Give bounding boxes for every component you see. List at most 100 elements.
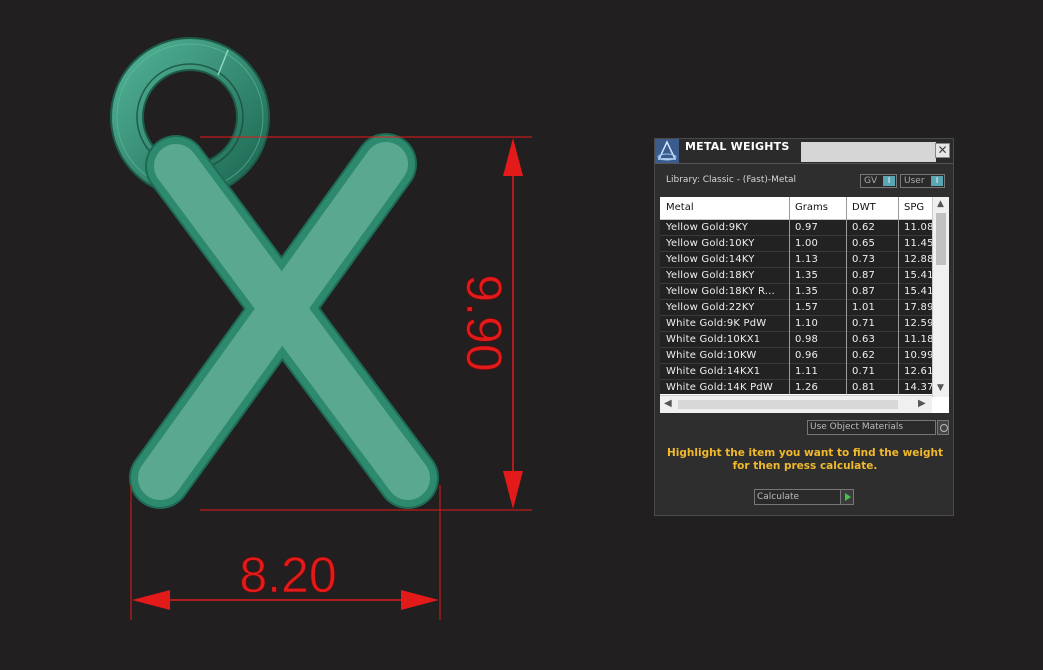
cell-grams: 0.96	[795, 350, 819, 361]
table-row[interactable]: White Gold:14K PdW 1.26 0.81 14.37	[660, 380, 932, 394]
cell-metal: Yellow Gold:22KY	[666, 302, 755, 313]
cell-grams: 1.10	[795, 318, 819, 329]
scroll-up-icon[interactable]: ▲	[937, 199, 944, 209]
gv-library-toggle[interactable]: GV I	[860, 174, 897, 188]
app-logo-icon	[655, 139, 679, 163]
cell-grams: 1.00	[795, 238, 819, 249]
cell-metal: Yellow Gold:18KY	[666, 270, 755, 281]
cell-spg: 17.89	[904, 302, 932, 313]
cell-metal: White Gold:10KX1	[666, 334, 761, 345]
cell-metal: Yellow Gold:9KY	[666, 222, 748, 233]
cell-grams: 1.35	[795, 270, 819, 281]
use-object-materials-field[interactable]: Use Object Materials	[807, 420, 936, 435]
metal-weights-dialog: METAL WEIGHTS ✕ Library: Classic - (Fast…	[654, 138, 954, 516]
play-icon	[845, 493, 851, 501]
use-object-materials-toggle[interactable]	[937, 420, 949, 435]
calculate-button[interactable]	[840, 489, 854, 505]
table-row[interactable]: White Gold:10KW 0.96 0.62 10.99	[660, 348, 932, 364]
close-button[interactable]: ✕	[935, 143, 950, 158]
table-row[interactable]: Yellow Gold:18KY R... 1.35 0.87 15.41	[660, 284, 932, 300]
library-label: Library: Classic - (Fast)-Metal	[666, 175, 797, 185]
cell-dwt: 0.71	[852, 318, 876, 329]
horizontal-scroll-thumb[interactable]	[678, 400, 898, 409]
scroll-right-icon[interactable]: ▶	[918, 398, 926, 409]
table-row[interactable]: Yellow Gold:14KY 1.13 0.73 12.88	[660, 252, 932, 268]
cell-grams: 1.26	[795, 382, 819, 393]
table-row[interactable]: White Gold:14KX1 1.11 0.71 12.61	[660, 364, 932, 380]
calculate-label: Calculate	[757, 492, 800, 502]
cell-spg: 15.41	[904, 286, 932, 297]
height-label: 9.90	[456, 274, 512, 371]
horizontal-scrollbar[interactable]: ◀ ▶	[660, 395, 932, 413]
cell-dwt: 0.73	[852, 254, 876, 265]
cell-dwt: 0.87	[852, 286, 876, 297]
cell-grams: 1.11	[795, 366, 819, 377]
dialog-titlebar[interactable]: METAL WEIGHTS ✕	[655, 139, 953, 164]
column-divider	[846, 197, 847, 394]
cell-spg: 10.99	[904, 350, 932, 361]
gv-toggle-button[interactable]: I	[883, 176, 895, 186]
close-icon: ✕	[937, 143, 948, 157]
instruction-text: Highlight the item you want to find the …	[667, 447, 943, 472]
scroll-down-icon[interactable]: ▼	[937, 383, 944, 393]
column-header-dwt[interactable]: DWT	[852, 202, 876, 213]
radio-icon	[940, 424, 948, 432]
cell-dwt: 0.62	[852, 350, 876, 361]
column-header-metal[interactable]: Metal	[666, 202, 694, 213]
cell-spg: 11.08	[904, 222, 932, 233]
vertical-scrollbar[interactable]: ▲ ▼	[932, 197, 949, 397]
cell-metal: Yellow Gold:14KY	[666, 254, 755, 265]
cell-metal: White Gold:14K PdW	[666, 382, 773, 393]
letter-x-pendant	[129, 133, 439, 509]
cell-metal: Yellow Gold:18KY R...	[666, 286, 775, 297]
viewport-canvas[interactable]: 9.90 8.20	[0, 0, 640, 670]
column-header-spg[interactable]: SPG	[904, 202, 924, 213]
cell-grams: 0.98	[795, 334, 819, 345]
user-toggle-label: User	[904, 176, 925, 186]
cell-spg: 14.37	[904, 382, 932, 393]
calculate-field[interactable]: Calculate	[754, 489, 841, 505]
metal-weights-table: Metal Grams DWT SPG Yellow Gold:9KY 0.97…	[660, 197, 949, 413]
cell-dwt: 0.65	[852, 238, 876, 249]
table-body: Yellow Gold:9KY 0.97 0.62 11.08 Yellow G…	[660, 220, 932, 394]
user-library-toggle[interactable]: User I	[900, 174, 945, 188]
column-divider	[898, 197, 899, 394]
width-label: 8.20	[239, 547, 336, 603]
table-row[interactable]: Yellow Gold:10KY 1.00 0.65 11.45	[660, 236, 932, 252]
use-object-materials-label: Use Object Materials	[810, 422, 904, 432]
cell-spg: 11.45	[904, 238, 932, 249]
cell-dwt: 0.81	[852, 382, 876, 393]
column-header-grams[interactable]: Grams	[795, 202, 828, 213]
cell-grams: 1.13	[795, 254, 819, 265]
viewport[interactable]: 9.90 8.20	[0, 0, 640, 670]
cell-dwt: 0.87	[852, 270, 876, 281]
scroll-left-icon[interactable]: ◀	[664, 398, 672, 409]
title-bar-strip	[801, 142, 936, 162]
cell-dwt: 0.71	[852, 366, 876, 377]
cell-grams: 1.57	[795, 302, 819, 313]
cell-grams: 0.97	[795, 222, 819, 233]
cell-spg: 12.88	[904, 254, 932, 265]
cell-dwt: 0.63	[852, 334, 876, 345]
table-row[interactable]: White Gold:9K PdW 1.10 0.71 12.59	[660, 316, 932, 332]
cell-metal: White Gold:14KX1	[666, 366, 761, 377]
vertical-scroll-thumb[interactable]	[936, 213, 946, 265]
cell-metal: White Gold:9K PdW	[666, 318, 767, 329]
cell-metal: Yellow Gold:10KY	[666, 238, 755, 249]
table-header: Metal Grams DWT SPG	[660, 197, 932, 220]
cell-metal: White Gold:10KW	[666, 350, 757, 361]
table-row[interactable]: White Gold:10KX1 0.98 0.63 11.18	[660, 332, 932, 348]
cell-grams: 1.35	[795, 286, 819, 297]
cell-dwt: 0.62	[852, 222, 876, 233]
table-row[interactable]: Yellow Gold:22KY 1.57 1.01 17.89	[660, 300, 932, 316]
cell-spg: 11.18	[904, 334, 932, 345]
cell-spg: 12.61	[904, 366, 932, 377]
cell-dwt: 1.01	[852, 302, 876, 313]
column-divider	[789, 197, 790, 394]
table-row[interactable]: Yellow Gold:9KY 0.97 0.62 11.08	[660, 220, 932, 236]
dialog-title: METAL WEIGHTS	[685, 140, 790, 153]
user-toggle-button[interactable]: I	[931, 176, 943, 186]
table-row[interactable]: Yellow Gold:18KY 1.35 0.87 15.41	[660, 268, 932, 284]
gv-toggle-label: GV	[864, 176, 878, 186]
cell-spg: 12.59	[904, 318, 932, 329]
